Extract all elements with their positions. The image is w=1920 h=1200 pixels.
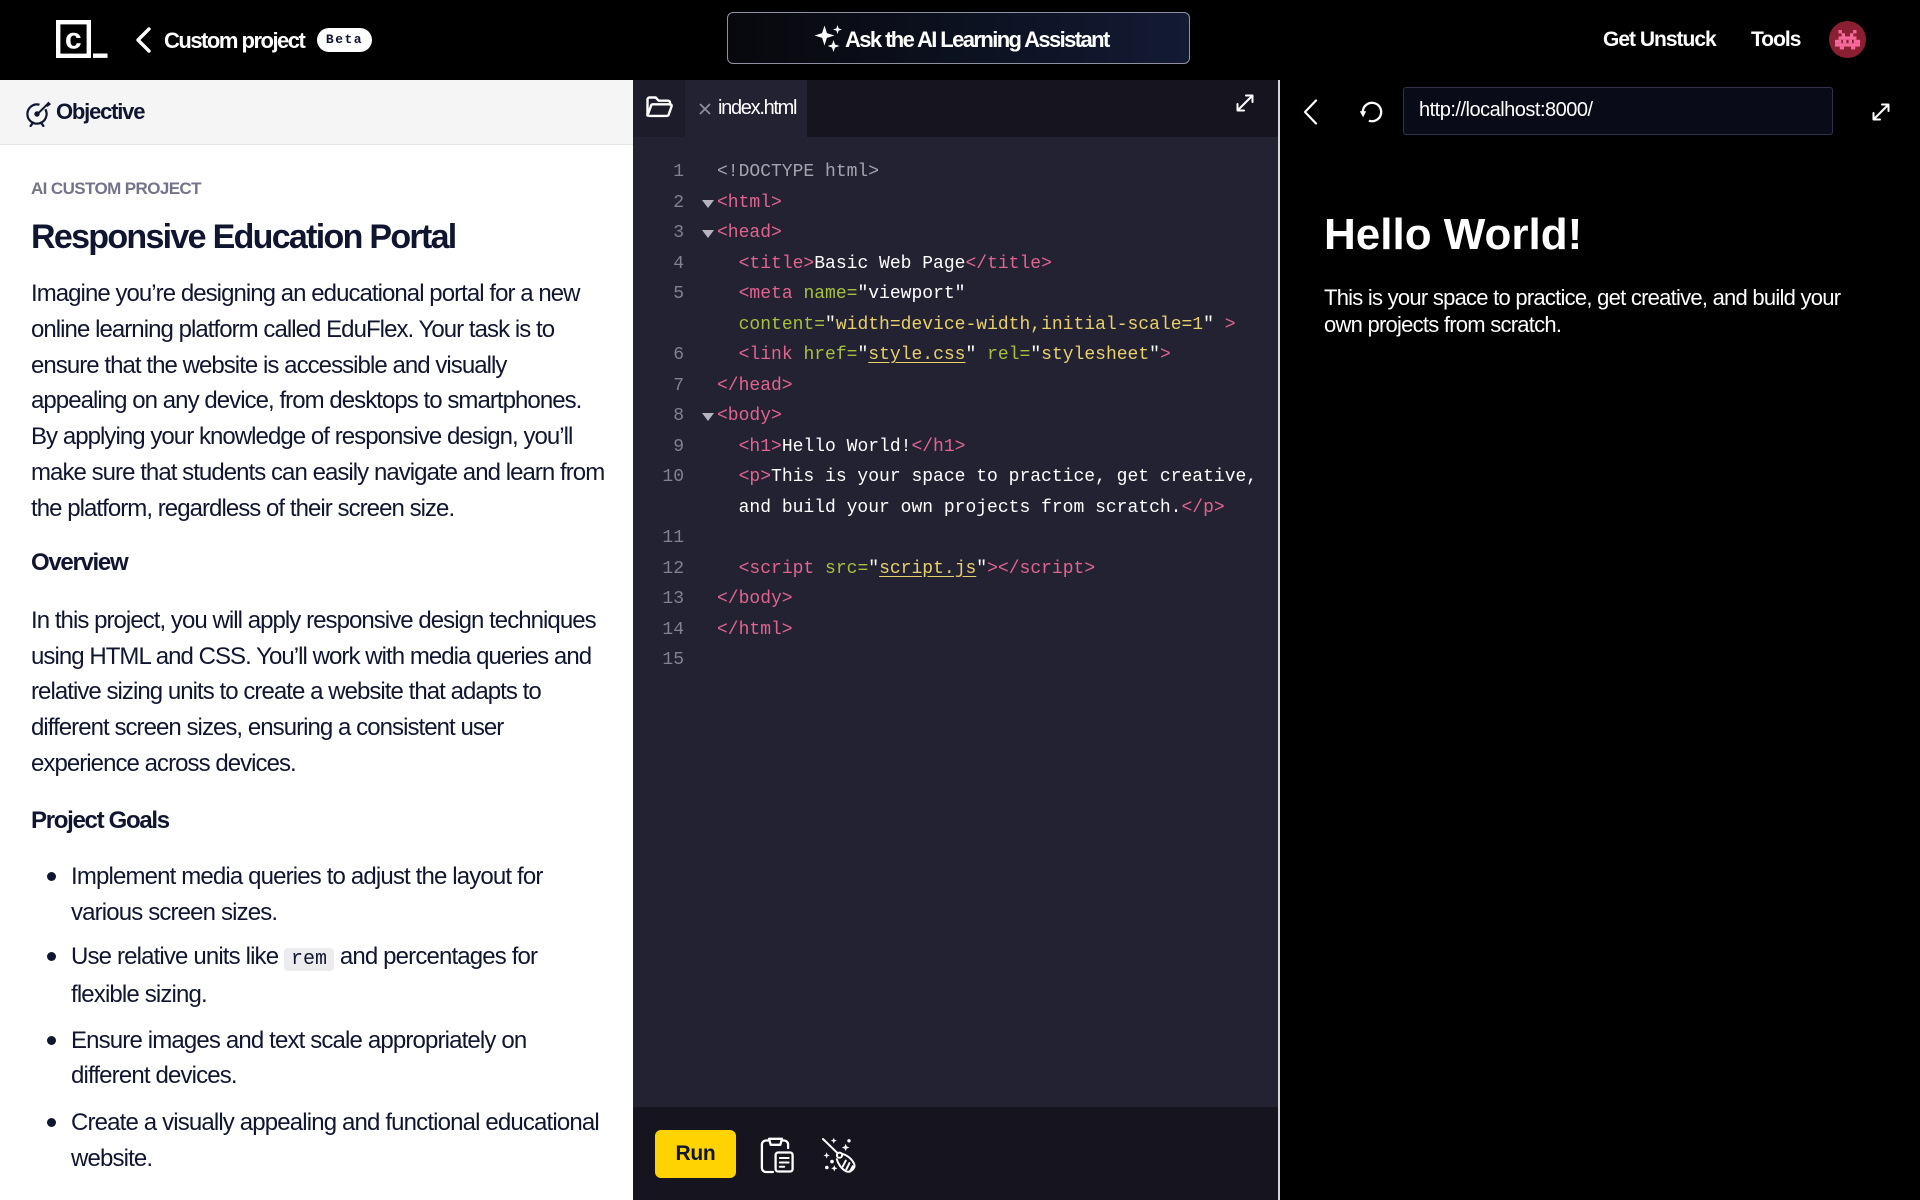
svg-text:c: c <box>64 25 82 59</box>
